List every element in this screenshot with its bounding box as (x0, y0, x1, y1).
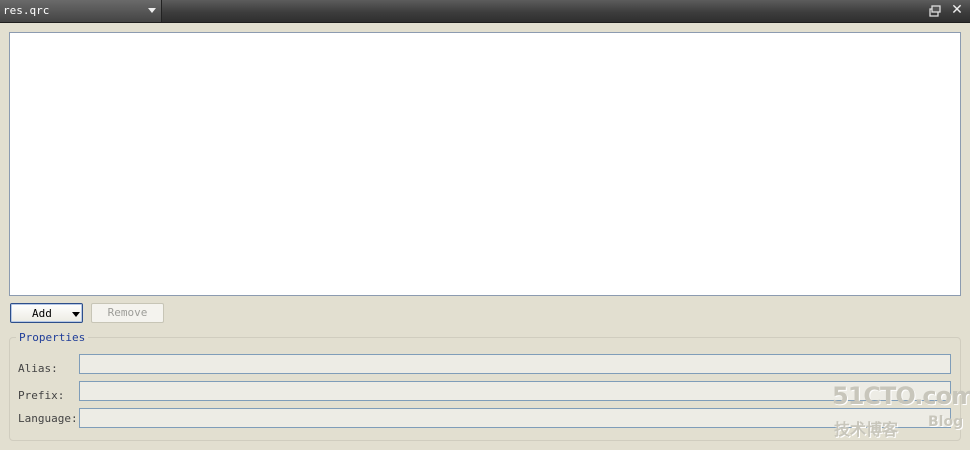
language-label: Language: (18, 412, 78, 425)
dropdown-arrow-icon (72, 312, 80, 317)
document-selector[interactable]: res.qrc (0, 0, 162, 22)
alias-label: Alias: (18, 362, 58, 375)
prefix-field[interactable] (79, 381, 951, 401)
add-button[interactable]: Add (10, 303, 83, 323)
document-name: res.qrc (3, 4, 50, 17)
close-icon[interactable]: ✕ (950, 3, 964, 17)
resource-tree-view[interactable] (9, 32, 961, 296)
title-bar: res.qrc ✕ (0, 0, 970, 23)
float-icon[interactable] (929, 5, 941, 17)
remove-button[interactable]: Remove (91, 303, 164, 323)
prefix-label: Prefix: (18, 389, 65, 402)
add-button-label: Add (32, 307, 52, 320)
alias-field[interactable] (79, 354, 951, 374)
properties-group-title: Properties (16, 331, 89, 344)
language-field[interactable] (79, 408, 951, 428)
chevron-down-icon (148, 8, 156, 13)
